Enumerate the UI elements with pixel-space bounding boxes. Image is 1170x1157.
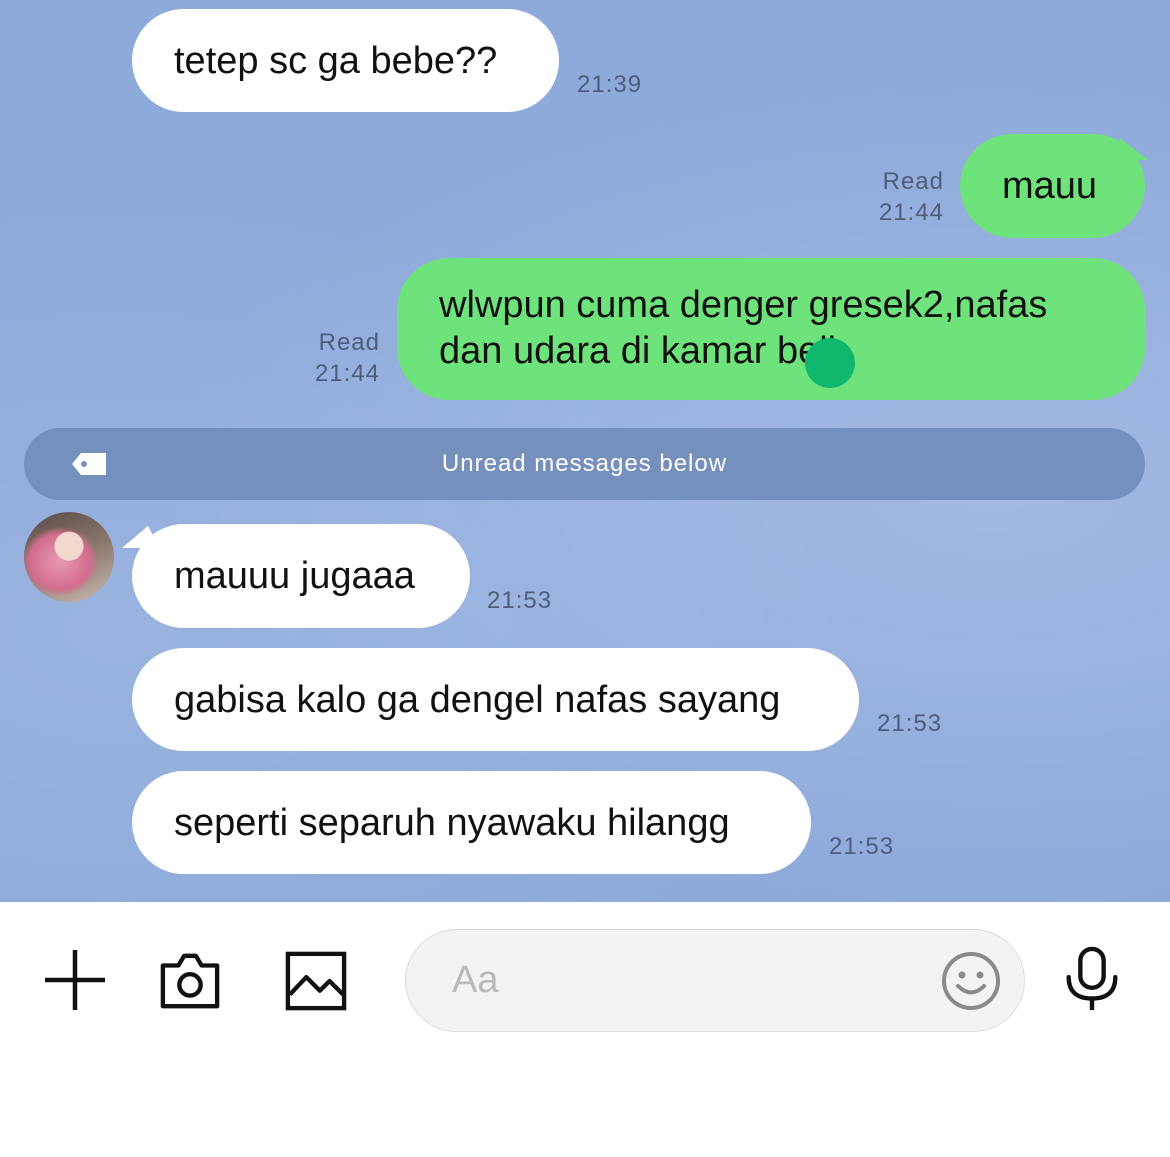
message-time: 21:53 (829, 833, 895, 860)
message-input[interactable]: Aa (405, 929, 1025, 1032)
message-time: 21:39 (577, 71, 643, 98)
message-text: mauuu jugaaa (174, 555, 415, 597)
image-icon[interactable] (284, 950, 348, 1012)
avatar[interactable] (24, 512, 114, 602)
redaction-dot (805, 338, 855, 388)
message-time: 21:53 (877, 710, 943, 737)
message-input-placeholder: Aa (452, 959, 499, 1001)
emoji-icon[interactable] (941, 951, 1001, 1011)
mic-icon[interactable] (1062, 946, 1122, 1014)
camera-icon[interactable] (158, 950, 222, 1012)
message-bubble-incoming[interactable]: tetep sc ga bebe?? (132, 9, 559, 112)
message-bubble-incoming[interactable]: seperti separuh nyawaku hilangg (132, 771, 811, 874)
message-time: 21:53 (487, 587, 553, 614)
message-text: tetep sc ga bebe?? (174, 39, 498, 82)
read-label: Read (882, 168, 944, 195)
message-bubble-outgoing[interactable]: mauu (960, 134, 1145, 238)
message-bubble-outgoing[interactable]: wlwpun cuma denger gresek2,nafas dan uda… (397, 258, 1145, 400)
read-label: Read (318, 329, 380, 356)
chat-area: tetep sc ga bebe?? 21:39 Read 21:44 mauu… (0, 0, 1170, 902)
plus-icon[interactable] (43, 948, 107, 1012)
read-receipt: Read 21:44 (296, 327, 380, 389)
message-text: gabisa kalo ga dengel nafas sayang (174, 678, 781, 721)
message-bubble-incoming[interactable]: gabisa kalo ga dengel nafas sayang (132, 648, 859, 751)
read-receipt: Read 21:44 (860, 166, 944, 228)
message-bubble-incoming[interactable]: mauuu jugaaa (132, 524, 470, 628)
message-text-line: dan udara di kamar beli (439, 330, 837, 372)
message-time: 21:44 (878, 199, 944, 226)
unread-banner-text: Unread messages below (441, 450, 728, 477)
message-time: 21:44 (314, 360, 380, 387)
unread-banner: Unread messages below (24, 428, 1145, 500)
message-text: seperti separuh nyawaku hilangg (174, 801, 730, 844)
message-text: mauu (1002, 165, 1098, 207)
message-text-line: wlwpun cuma denger gresek2,nafas (439, 284, 1048, 326)
